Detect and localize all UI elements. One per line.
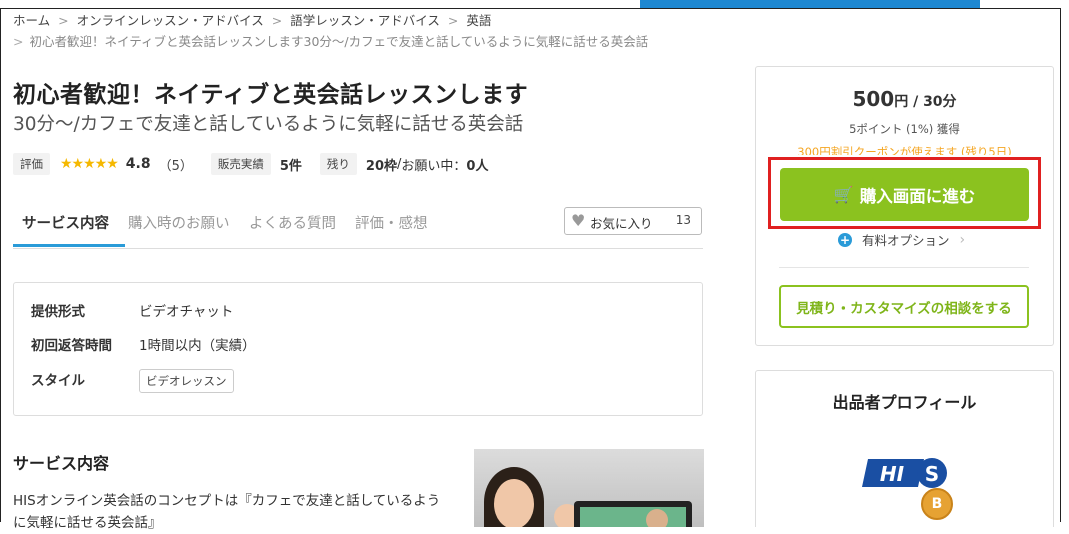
rating-value: 4.8 [125, 156, 151, 172]
remaining-pending-label: お願い中： [401, 158, 467, 174]
points-earned: 5ポイント (1%) 獲得 [849, 122, 960, 136]
service-info-box: 提供形式 ビデオチャット 初回返答時間 1時間以内（実績） スタイル ビデオレッスン [13, 282, 703, 416]
paid-option-link[interactable]: + 有料オプション › [838, 230, 965, 249]
chevron-right-icon: › [959, 231, 966, 248]
favorite-label: お気に入り [590, 216, 653, 231]
breadcrumb-online-lesson[interactable]: オンラインレッスン・アドバイス [77, 13, 264, 28]
breadcrumb: ホーム > オンラインレッスン・アドバイス > 語学レッスン・アドバイス > 英語 [13, 13, 492, 28]
tab-service-content[interactable]: サービス内容 [22, 212, 109, 233]
tab-reviews[interactable]: 評価・感想 [355, 212, 428, 233]
sales-value: 5件 [279, 158, 302, 174]
page-subtitle: 30分〜/カフェで友達と話しているように気軽に話せる英会話 [13, 114, 524, 135]
price-value: 500 [852, 87, 895, 111]
breadcrumb-current: > 初心者歓迎！ネイティブと英会話レッスンします30分〜/カフェで友達と話している… [13, 34, 649, 49]
star-rating-icon: ★★★★★ [60, 156, 119, 172]
info-value: 1時間以内（実績） [139, 338, 256, 354]
sales-tag: 販売実績 [210, 153, 271, 175]
heart-icon: ♥ [571, 211, 586, 230]
remaining-slots: 20枠 [365, 158, 397, 174]
info-row-style: スタイル ビデオレッスン [31, 369, 234, 393]
remaining-tag: 残り [319, 153, 357, 175]
his-logo-s: S [925, 462, 939, 486]
favorite-count: 13 [675, 213, 691, 227]
seller-profile-panel: 出品者プロフィール [755, 370, 1054, 527]
section-title: サービス内容 [13, 454, 110, 473]
tab-active-indicator [13, 244, 125, 247]
tab-purchase-requests[interactable]: 購入時のお願い [128, 212, 230, 233]
service-photo [474, 449, 704, 527]
rating-count[interactable]: （5） [159, 155, 193, 174]
breadcrumb-home[interactable]: ホーム [13, 13, 50, 28]
his-logo-text: HI [880, 462, 905, 486]
breadcrumb-current-label: 初心者歓迎！ネイティブと英会話レッスンします30分〜/カフェで友達と話しているよ… [29, 34, 649, 49]
info-label: 初回返答時間 [31, 338, 112, 354]
consult-button[interactable]: 見積り・カスタマイズの相談をする [779, 285, 1029, 328]
info-row-response: 初回返答時間 1時間以内（実績） [31, 334, 256, 354]
favorite-button[interactable]: ♥ お気に入り 13 [564, 207, 702, 235]
breadcrumb-english[interactable]: 英語 [466, 13, 491, 28]
coupon-notice[interactable]: 300円割引クーポンが使えます (残り5日) [756, 145, 1053, 155]
page-title: 初心者歓迎！ネイティブと英会話レッスンします [13, 82, 529, 108]
service-description: HISオンライン英会話のコンセプトは『カフェで友達と話しているように気軽に話せる… [13, 493, 441, 531]
price-unit: 円 / 30分 [894, 94, 957, 110]
divider [779, 267, 1029, 268]
style-chip[interactable]: ビデオレッスン [139, 369, 234, 393]
info-label: 提供形式 [31, 304, 85, 320]
plus-circle-icon: + [838, 232, 852, 247]
price: 500円 / 30分 [756, 87, 1053, 111]
service-meta: 評価 ★★★★★ 4.8 （5） 販売実績 5件 残り 20枠 / お願い中： 0… [13, 153, 488, 175]
rating-tag: 評価 [13, 153, 50, 175]
his-logo[interactable]: HI S [862, 457, 948, 489]
info-value: ビデオチャット [139, 304, 234, 320]
info-label: スタイル [31, 373, 85, 389]
seller-rank-badge: B [921, 488, 953, 520]
seller-profile-title: 出品者プロフィール [832, 393, 977, 412]
breadcrumb-language-lesson[interactable]: 語学レッスン・アドバイス [290, 13, 440, 28]
highlight-box [768, 157, 1041, 229]
remaining-pending: 0人 [466, 158, 489, 174]
tab-bar: サービス内容 購入時のお願い よくある質問 評価・感想 ♥ お気に入り 13 [13, 200, 703, 249]
info-row-format: 提供形式 ビデオチャット [31, 300, 233, 320]
tab-faq[interactable]: よくある質問 [249, 212, 336, 233]
paid-option-label: 有料オプション [862, 233, 950, 248]
